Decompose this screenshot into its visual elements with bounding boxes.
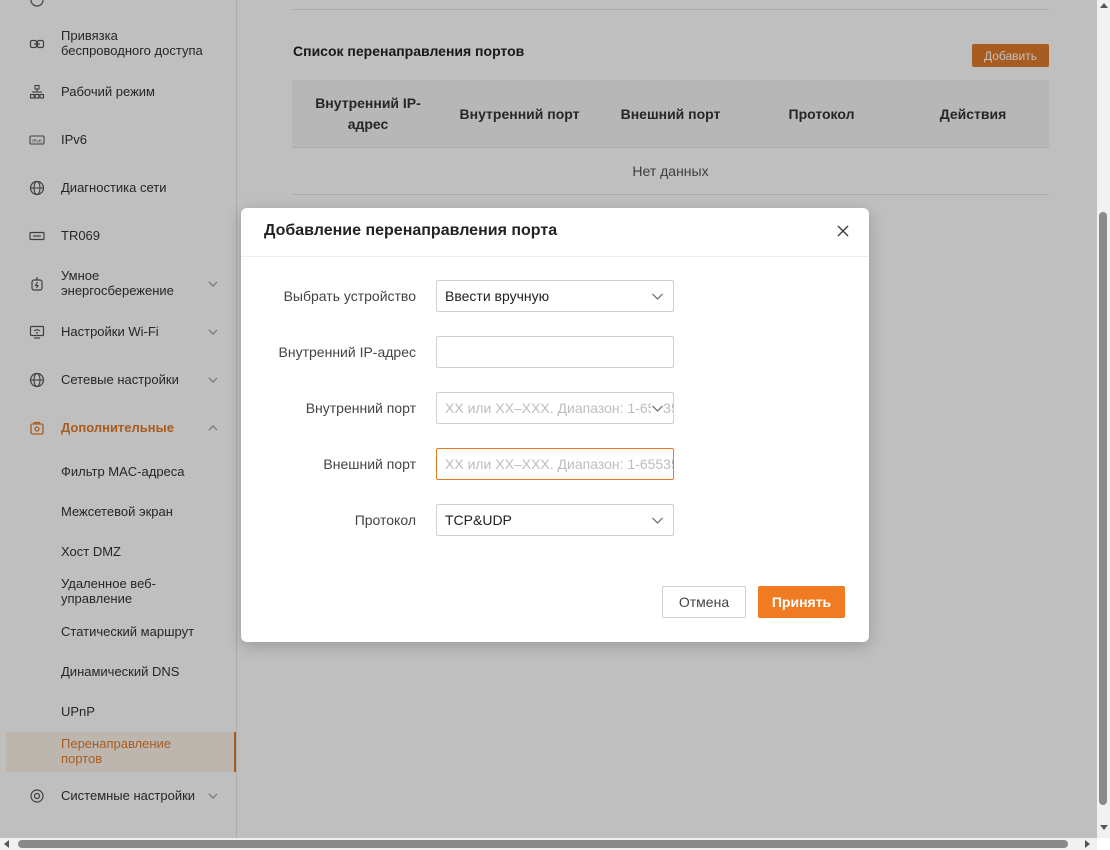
divider: [241, 256, 869, 257]
scroll-left-arrow-icon[interactable]: [4, 840, 9, 848]
protocol-select-value: TCP&UDP: [445, 512, 512, 528]
horizontal-scroll-thumb[interactable]: [18, 840, 1068, 848]
close-icon[interactable]: [835, 223, 851, 239]
external-port-label: Внешний порт: [323, 456, 416, 472]
dialog-title: Добавление перенаправления порта: [264, 222, 558, 239]
chevron-down-icon: [651, 290, 664, 303]
vertical-scrollbar[interactable]: [1097, 0, 1110, 838]
internal-port-label: Внутренний порт: [305, 400, 416, 416]
internal-ip-input[interactable]: [445, 344, 673, 360]
add-port-forward-dialog: Добавление перенаправления порта Выбрать…: [241, 208, 869, 642]
device-select-value: Ввести вручную: [445, 288, 550, 304]
chevron-down-icon[interactable]: [651, 402, 664, 415]
horizontal-scrollbar[interactable]: [0, 838, 1097, 850]
external-port-field[interactable]: [436, 448, 674, 480]
internal-port-combobox[interactable]: [436, 392, 674, 424]
external-port-input[interactable]: [445, 456, 673, 472]
device-label: Выбрать устройство: [283, 288, 416, 304]
protocol-label: Протокол: [354, 512, 416, 528]
accept-button[interactable]: Принять: [758, 586, 845, 618]
scroll-up-arrow-icon[interactable]: [1100, 3, 1108, 8]
scroll-right-arrow-icon[interactable]: [1085, 840, 1090, 848]
chevron-down-icon: [651, 514, 664, 527]
device-select[interactable]: Ввести вручную: [436, 280, 674, 312]
vertical-scroll-thumb[interactable]: [1099, 212, 1107, 805]
internal-ip-label: Внутренний IP-адрес: [278, 344, 416, 360]
protocol-select[interactable]: TCP&UDP: [436, 504, 674, 536]
scroll-down-arrow-icon[interactable]: [1100, 825, 1108, 830]
internal-port-input[interactable]: [445, 400, 673, 416]
cancel-button[interactable]: Отмена: [662, 586, 746, 618]
internal-ip-field[interactable]: [436, 336, 674, 368]
